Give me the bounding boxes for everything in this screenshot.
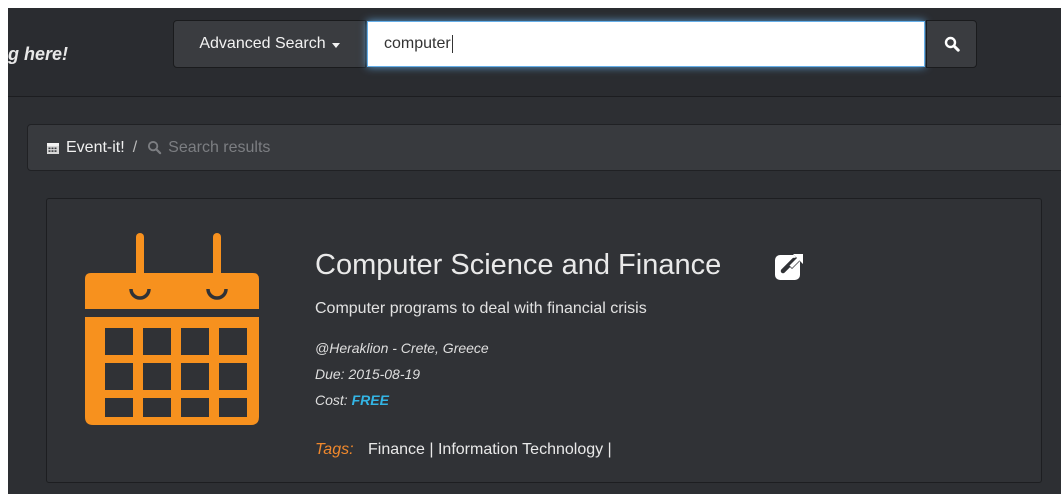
breadcrumb-current: Search results: [147, 139, 270, 157]
search-icon: [944, 36, 960, 52]
search-input[interactable]: computer: [367, 21, 925, 67]
due-date: 2015-08-19: [348, 366, 421, 382]
external-link-icon[interactable]: [774, 251, 806, 281]
cost-value: FREE: [351, 392, 389, 408]
brand-tagline: g here!: [8, 44, 69, 64]
calendar-icon: [47, 142, 59, 154]
breadcrumb: Event-it! / Search results: [27, 124, 1061, 171]
breadcrumb-separator: /: [132, 138, 138, 156]
search-input-value: computer: [384, 35, 451, 52]
breadcrumb-home-link[interactable]: Event-it!: [46, 139, 125, 157]
search-button[interactable]: [926, 20, 977, 68]
event-title[interactable]: Computer Science and Finance: [315, 249, 721, 282]
event-due: Due: 2015-08-19: [315, 366, 420, 382]
advanced-search-button[interactable]: Advanced Search: [173, 20, 366, 68]
top-navbar: g here! Advanced Search computer: [8, 8, 1061, 97]
caret-down-icon: [331, 42, 340, 48]
tags-list[interactable]: Finance | Information Technology |: [368, 441, 612, 458]
text-cursor: [451, 35, 453, 53]
advanced-search-label: Advanced Search: [199, 35, 326, 52]
tags-label: Tags:: [315, 441, 354, 458]
due-label: Due:: [315, 366, 345, 382]
event-cost: Cost: FREE: [315, 392, 389, 408]
event-tags: Tags: Finance | Information Technology |: [315, 441, 612, 459]
cost-label: Cost:: [315, 392, 348, 408]
calendar-icon: [85, 233, 259, 425]
breadcrumb-current-label: Search results: [168, 138, 271, 156]
search-result-card: Computer Science and Finance Computer pr…: [46, 198, 1042, 483]
breadcrumb-home-label: Event-it!: [66, 138, 125, 156]
event-description: Computer programs to deal with financial…: [315, 300, 647, 317]
app-frame: g here! Advanced Search computer Event-i…: [8, 8, 1061, 494]
search-icon: [148, 140, 162, 155]
event-location: @Heraklion - Crete, Greece: [315, 340, 489, 356]
